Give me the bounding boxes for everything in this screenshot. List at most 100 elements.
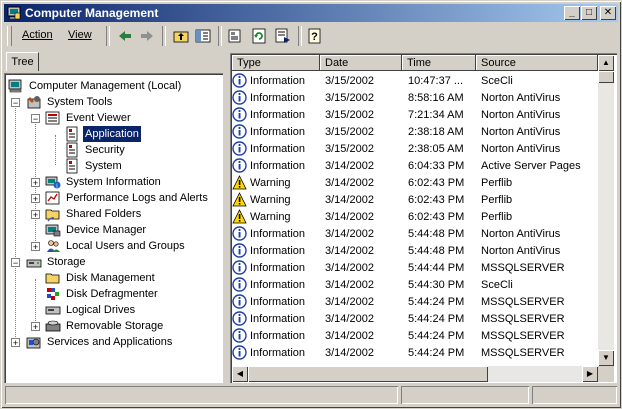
table-row[interactable]: Information 3/14/2002 6:04:33 PM Active Ser… [232,158,598,175]
status-panel-2 [401,386,529,404]
table-row[interactable]: Warning 3/14/2002 6:02:43 PM Perflib [232,192,598,209]
tree-item-computer-management[interactable]: Computer Management (Local) [8,78,183,94]
column-label: Type [237,57,261,69]
tree-item-removable-storage[interactable]: Removable Storage [45,318,165,334]
tree-item-system-information[interactable]: i System Information [45,174,163,190]
table-row[interactable]: Information 3/15/2002 7:21:34 AM Norton Ant… [232,107,598,124]
cell-type-label: Information [250,347,306,359]
minimize-button[interactable]: _ [564,6,580,20]
event-list-pane[interactable]: Type Date Time Source Information 3/15/20… [230,53,617,383]
cell-source: MSSQLSERVER [481,330,565,342]
tree-item-disk-management[interactable]: Disk Management [45,270,157,286]
table-row[interactable]: Information 3/15/2002 10:47:37 ... SceCli [232,73,598,90]
tree-item-event-viewer[interactable]: Event Viewer [45,110,133,126]
toolbar-grip[interactable] [7,26,12,46]
cell-source: Perflib [481,211,513,223]
tree-item-device-manager[interactable]: Device Manager [45,222,148,238]
cell-type: Warning [232,192,291,209]
tree-pane[interactable]: Computer Management (Local) − System Too… [4,73,223,383]
expand-toggle[interactable]: + [31,194,40,204]
tree-item-services-apps[interactable]: Services and Applications [26,334,174,350]
column-header-date[interactable]: Date [320,55,402,71]
properties-icon[interactable] [226,27,244,45]
table-row[interactable]: Information 3/14/2002 5:44:24 PM MSSQLSERVE… [232,328,598,345]
tree-item-system-tools[interactable]: System Tools [26,94,114,110]
services-icon [26,334,42,350]
show-hide-tree-icon[interactable] [194,27,212,45]
scroll-right-button[interactable]: ▶ [582,366,598,382]
information-icon [232,226,247,241]
table-row[interactable]: Warning 3/14/2002 6:02:43 PM Perflib [232,175,598,192]
scroll-up-button[interactable]: ▲ [598,55,614,71]
table-row[interactable]: Information 3/14/2002 5:44:48 PM Norton Ant… [232,243,598,260]
cell-source: Norton AntiVirus [481,245,561,257]
maximize-button[interactable]: □ [581,6,597,20]
minimize-icon: _ [569,7,575,18]
column-header-type[interactable]: Type [232,55,320,71]
information-icon [232,90,247,105]
forward-icon[interactable] [138,27,156,45]
table-row[interactable]: Information 3/14/2002 5:44:44 PM MSSQLSERVE… [232,260,598,277]
view-menu[interactable]: View [64,29,96,41]
help-icon[interactable]: ? [306,27,324,45]
title-bar[interactable]: Computer Management _ □ ✕ [4,4,618,22]
log-icon [64,142,80,158]
scroll-left-button[interactable]: ◀ [232,366,248,382]
horizontal-scrollbar[interactable]: ◀ ▶ [232,366,598,382]
expand-toggle[interactable]: + [31,178,40,188]
tab-tree[interactable]: Tree [6,52,39,71]
table-row[interactable]: Information 3/15/2002 2:38:05 AM Norton Ant… [232,141,598,158]
expand-toggle[interactable]: + [31,242,40,252]
refresh-icon[interactable] [250,27,268,45]
tree-item-logical-drives[interactable]: Logical Drives [45,302,137,318]
tree-item-shared-folders[interactable]: Shared Folders [45,206,143,222]
action-menu[interactable]: Action [18,29,57,41]
scroll-thumb[interactable] [598,71,614,83]
tree-item-performance-logs[interactable]: Performance Logs and Alerts [45,190,210,206]
cell-date: 3/14/2002 [325,347,374,359]
table-row[interactable]: Information 3/15/2002 8:58:16 AM Norton Ant… [232,90,598,107]
defragmenter-icon [45,286,61,302]
tree-item-local-users[interactable]: Local Users and Groups [45,238,187,254]
computer-management-icon [7,6,21,20]
table-row[interactable]: Information 3/14/2002 5:44:48 PM Norton Ant… [232,226,598,243]
close-button[interactable]: ✕ [600,6,616,20]
table-row[interactable]: Warning 3/14/2002 6:02:43 PM Perflib [232,209,598,226]
cell-time: 5:44:24 PM [408,330,465,342]
back-icon[interactable] [116,27,134,45]
cell-date: 3/14/2002 [325,262,374,274]
table-row[interactable]: Information 3/14/2002 5:44:30 PM SceCli [232,277,598,294]
cell-source: MSSQLSERVER [481,296,565,308]
information-icon [232,328,247,343]
tree-item-label: System Information [66,176,161,188]
expand-toggle[interactable]: + [31,322,40,332]
table-row[interactable]: Information 3/14/2002 5:44:24 PM MSSQLSERVE… [232,345,598,362]
up-folder-icon[interactable] [172,27,190,45]
column-header-time[interactable]: Time [402,55,476,71]
cell-source: MSSQLSERVER [481,347,565,359]
tree-item-application[interactable]: Application [64,125,142,143]
table-row[interactable]: Information 3/15/2002 2:38:18 AM Norton Ant… [232,124,598,141]
vertical-scrollbar[interactable]: ▲ ▼ [598,55,614,366]
tree-item-label: System Tools [47,96,113,108]
window-title: Computer Management [25,6,159,20]
expand-toggle[interactable]: + [31,210,40,220]
column-header-source[interactable]: Source [476,55,598,71]
export-list-icon[interactable] [274,27,292,45]
tree-item-storage[interactable]: Storage [26,254,88,270]
scroll-thumb[interactable] [248,366,488,382]
cell-type: Information [232,311,305,328]
collapse-toggle[interactable]: − [11,98,20,108]
information-icon [232,243,247,258]
tree-item-system[interactable]: System [64,158,124,174]
warning-icon [232,175,247,189]
collapse-toggle[interactable]: − [11,258,20,268]
expand-toggle[interactable]: + [11,338,20,348]
tree-item-disk-defragmenter[interactable]: Disk Defragmenter [45,286,160,302]
tree-item-security[interactable]: Security [64,142,127,158]
table-row[interactable]: Information 3/14/2002 5:44:24 PM MSSQLSERVE… [232,294,598,311]
scroll-down-button[interactable]: ▼ [598,350,614,366]
table-row[interactable]: Information 3/14/2002 5:44:24 PM MSSQLSERVE… [232,311,598,328]
warning-icon [232,209,247,223]
collapse-toggle[interactable]: − [31,114,40,124]
